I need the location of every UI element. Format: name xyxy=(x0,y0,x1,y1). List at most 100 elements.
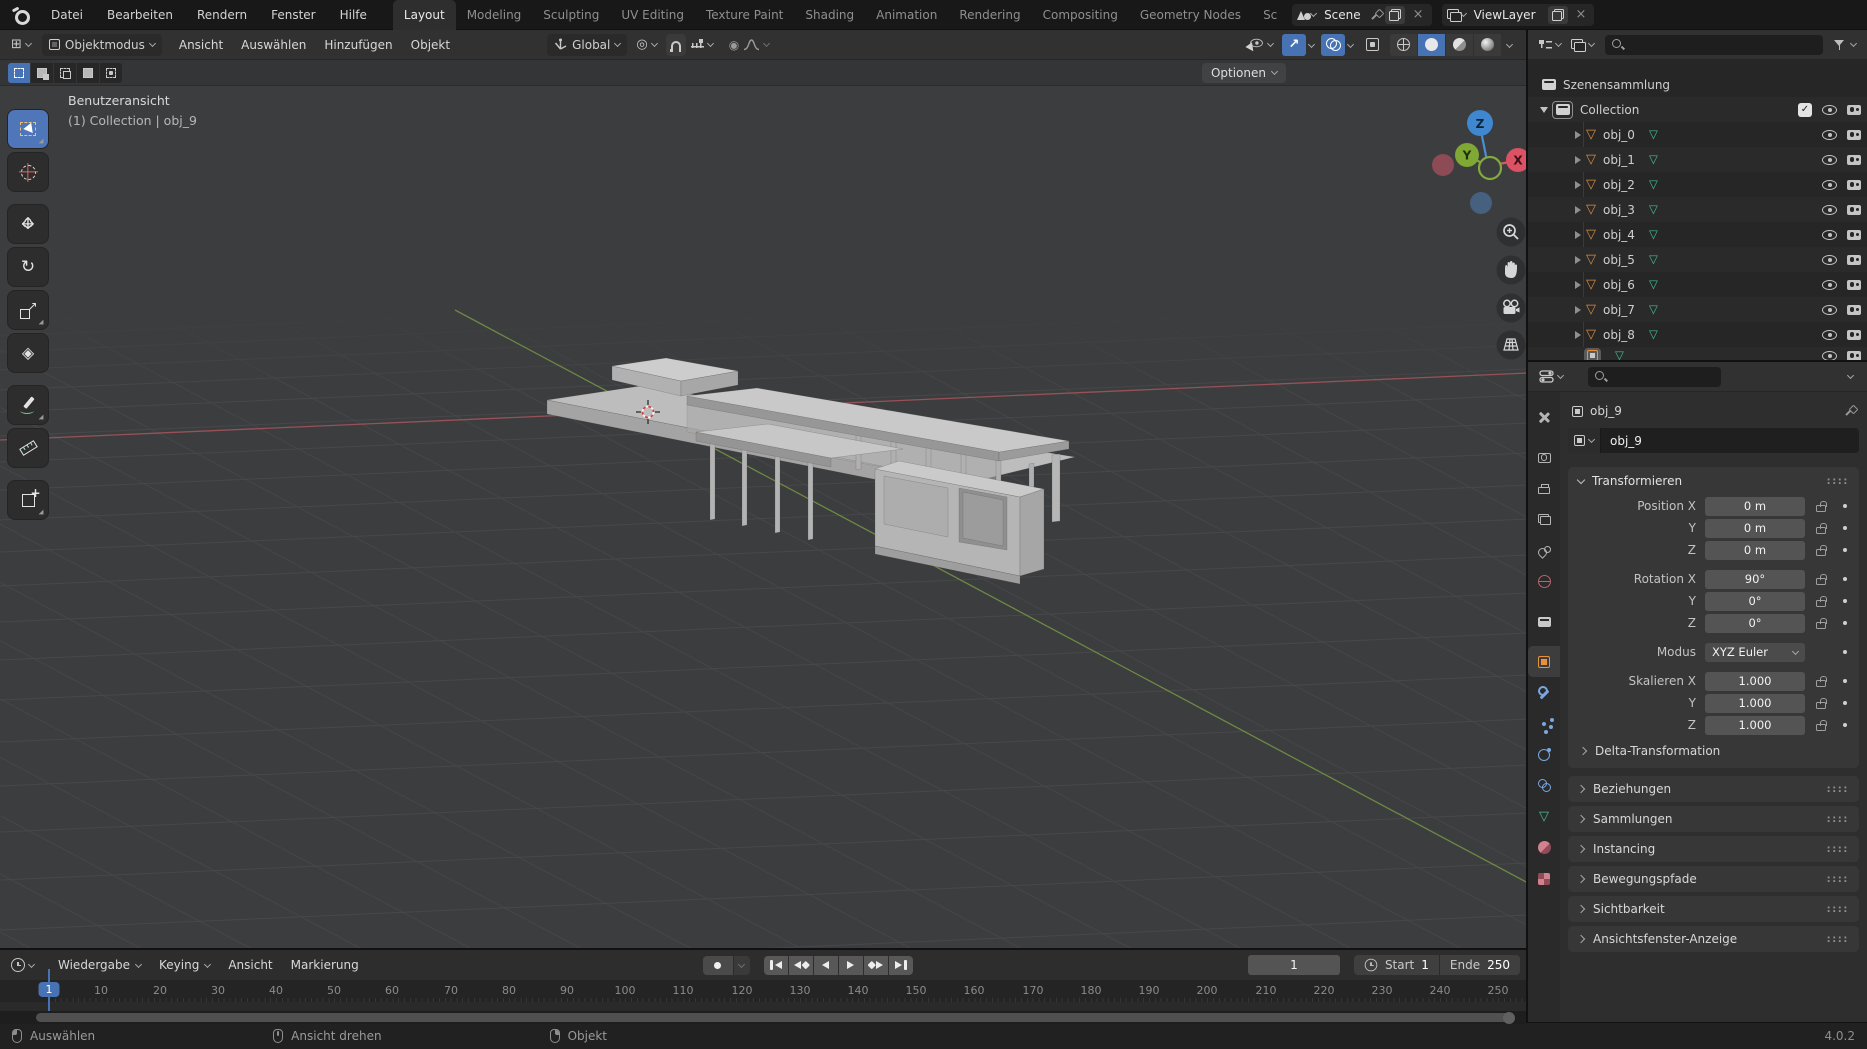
menu-markierung[interactable]: Markierung xyxy=(282,950,368,980)
proportional-editing-button[interactable] xyxy=(724,35,774,55)
options-dropdown[interactable]: Optionen xyxy=(1202,63,1286,83)
lock-icon[interactable] xyxy=(1816,600,1826,607)
gizmo-neg-x[interactable] xyxy=(1432,154,1454,176)
camera-icon[interactable] xyxy=(1847,230,1861,240)
collapse-arrow-icon[interactable] xyxy=(1540,107,1548,113)
row-obj-6[interactable]: obj_6 xyxy=(1528,272,1867,297)
scale-y-field[interactable]: 1.000 xyxy=(1705,694,1805,713)
collection-properties-tab[interactable] xyxy=(1528,606,1560,637)
new-view-layer-button[interactable] xyxy=(1548,6,1568,24)
tool-scale[interactable] xyxy=(8,291,48,329)
object-data-properties-tab[interactable] xyxy=(1528,801,1560,832)
gizmo-neg-y[interactable] xyxy=(1479,157,1501,179)
prev-keyframe-button[interactable] xyxy=(789,956,813,975)
drag-handle-icon[interactable] xyxy=(1827,934,1849,945)
next-keyframe-button[interactable] xyxy=(864,956,888,975)
lock-icon[interactable] xyxy=(1816,724,1826,731)
tab-modeling[interactable]: Modeling xyxy=(456,0,533,30)
expand-arrow-icon[interactable] xyxy=(1575,206,1581,214)
new-scene-button[interactable] xyxy=(1385,6,1405,24)
scale-x-field[interactable]: 1.000 xyxy=(1705,672,1805,691)
visibility-dropdown[interactable] xyxy=(1241,35,1278,55)
expand-arrow-icon[interactable] xyxy=(1575,181,1581,189)
stopwatch-icon[interactable] xyxy=(1365,959,1378,972)
menu-objekt[interactable]: Objekt xyxy=(402,30,459,60)
animate-dot[interactable] xyxy=(1843,701,1848,706)
pin-icon[interactable] xyxy=(1369,9,1381,21)
menu-bearbeiten[interactable]: Bearbeiten xyxy=(95,0,185,30)
timeline-ruler[interactable]: 1 10 20 30 40 50 60 70 80 90 100 110 120… xyxy=(0,980,1526,1002)
outliner-filter-button[interactable] xyxy=(1829,36,1861,54)
section-sichtbarkeit[interactable]: Sichtbarkeit xyxy=(1568,896,1859,922)
current-frame-indicator[interactable]: 1 xyxy=(39,982,60,997)
pin-icon[interactable] xyxy=(1843,405,1855,417)
menu-rendern[interactable]: Rendern xyxy=(185,0,259,30)
ortho-toggle-button[interactable] xyxy=(1497,331,1526,360)
snap-toggle[interactable] xyxy=(666,34,686,56)
auto-keying-button[interactable] xyxy=(703,956,733,975)
mode-dropdown[interactable]: Objektmodus xyxy=(42,34,162,56)
position-z-field[interactable]: 0 m xyxy=(1705,541,1805,560)
eye-icon[interactable] xyxy=(1822,105,1837,115)
lock-icon[interactable] xyxy=(1816,680,1826,687)
animate-dot[interactable] xyxy=(1843,504,1848,509)
row-scene-collection[interactable]: Szenensammlung xyxy=(1528,72,1867,97)
menu-ansicht[interactable]: Ansicht xyxy=(170,30,232,60)
properties-editor-type-button[interactable] xyxy=(1534,367,1568,386)
tool-transform[interactable] xyxy=(8,334,48,372)
position-y-field[interactable]: 0 m xyxy=(1705,519,1805,538)
pivot-point-button[interactable] xyxy=(631,35,661,54)
rotation-mode-dropdown[interactable]: XYZ Euler xyxy=(1705,643,1805,662)
expand-arrow-icon[interactable] xyxy=(1575,256,1581,264)
animate-dot[interactable] xyxy=(1843,679,1848,684)
world-properties-tab[interactable] xyxy=(1528,566,1560,597)
object-name-value[interactable]: obj_9 xyxy=(1601,434,1651,448)
scene-properties-tab[interactable] xyxy=(1528,535,1560,566)
camera-icon[interactable] xyxy=(1847,330,1861,340)
lock-icon[interactable] xyxy=(1816,505,1826,512)
row-obj-2[interactable]: obj_2 xyxy=(1528,172,1867,197)
animate-dot[interactable] xyxy=(1843,723,1848,728)
lock-icon[interactable] xyxy=(1816,702,1826,709)
tool-measure[interactable] xyxy=(8,429,48,467)
tool-annotate[interactable] xyxy=(8,386,48,424)
row-obj-8[interactable]: obj_8 xyxy=(1528,322,1867,347)
eye-icon[interactable] xyxy=(1822,130,1837,140)
gizmos-toggle[interactable] xyxy=(1282,34,1306,56)
jump-to-end-button[interactable] xyxy=(889,956,913,975)
row-obj-3[interactable]: obj_3 xyxy=(1528,197,1867,222)
animate-dot[interactable] xyxy=(1843,526,1848,531)
jump-to-start-button[interactable] xyxy=(764,956,788,975)
section-ansichtsfenster-anzeige[interactable]: Ansichtsfenster-Anzeige xyxy=(1568,926,1859,952)
drag-handle-icon[interactable] xyxy=(1827,904,1849,915)
properties-search-input[interactable] xyxy=(1588,367,1721,387)
timeline-editor-type-button[interactable] xyxy=(6,955,39,975)
row-obj-0[interactable]: obj_0 xyxy=(1528,122,1867,147)
view-layer-selector[interactable]: ViewLayer xyxy=(1442,4,1595,26)
eye-icon[interactable] xyxy=(1822,280,1837,290)
animate-dot[interactable] xyxy=(1843,621,1848,626)
row-obj-1[interactable]: obj_1 xyxy=(1528,147,1867,172)
expand-arrow-icon[interactable] xyxy=(1575,331,1581,339)
chevron-down-icon[interactable] xyxy=(1506,41,1513,48)
eye-icon[interactable] xyxy=(1822,330,1837,340)
view-layer-properties-tab[interactable] xyxy=(1528,504,1560,535)
tool-select-box[interactable] xyxy=(8,110,48,148)
modifier-properties-tab[interactable] xyxy=(1528,677,1560,708)
select-mode-invert-button[interactable] xyxy=(77,63,99,83)
outliner-display-mode-button[interactable] xyxy=(1566,36,1599,54)
zoom-button[interactable] xyxy=(1497,218,1526,247)
select-mode-intersect-button[interactable] xyxy=(100,63,122,83)
id-type-selector[interactable] xyxy=(1568,428,1601,453)
shading-solid-button[interactable] xyxy=(1418,34,1445,56)
viewport-3d[interactable]: Optionen Benutzeransicht (1) Collection … xyxy=(0,60,1526,948)
close-icon[interactable] xyxy=(1573,7,1590,22)
tab-texture-paint[interactable]: Texture Paint xyxy=(695,0,794,30)
eye-icon[interactable] xyxy=(1822,230,1837,240)
eye-icon[interactable] xyxy=(1822,305,1837,315)
chevron-down-icon[interactable] xyxy=(1308,41,1315,48)
shading-wireframe-button[interactable] xyxy=(1390,34,1417,56)
animate-dot[interactable] xyxy=(1843,650,1848,655)
camera-icon[interactable] xyxy=(1847,351,1861,361)
position-x-field[interactable]: 0 m xyxy=(1705,497,1805,516)
